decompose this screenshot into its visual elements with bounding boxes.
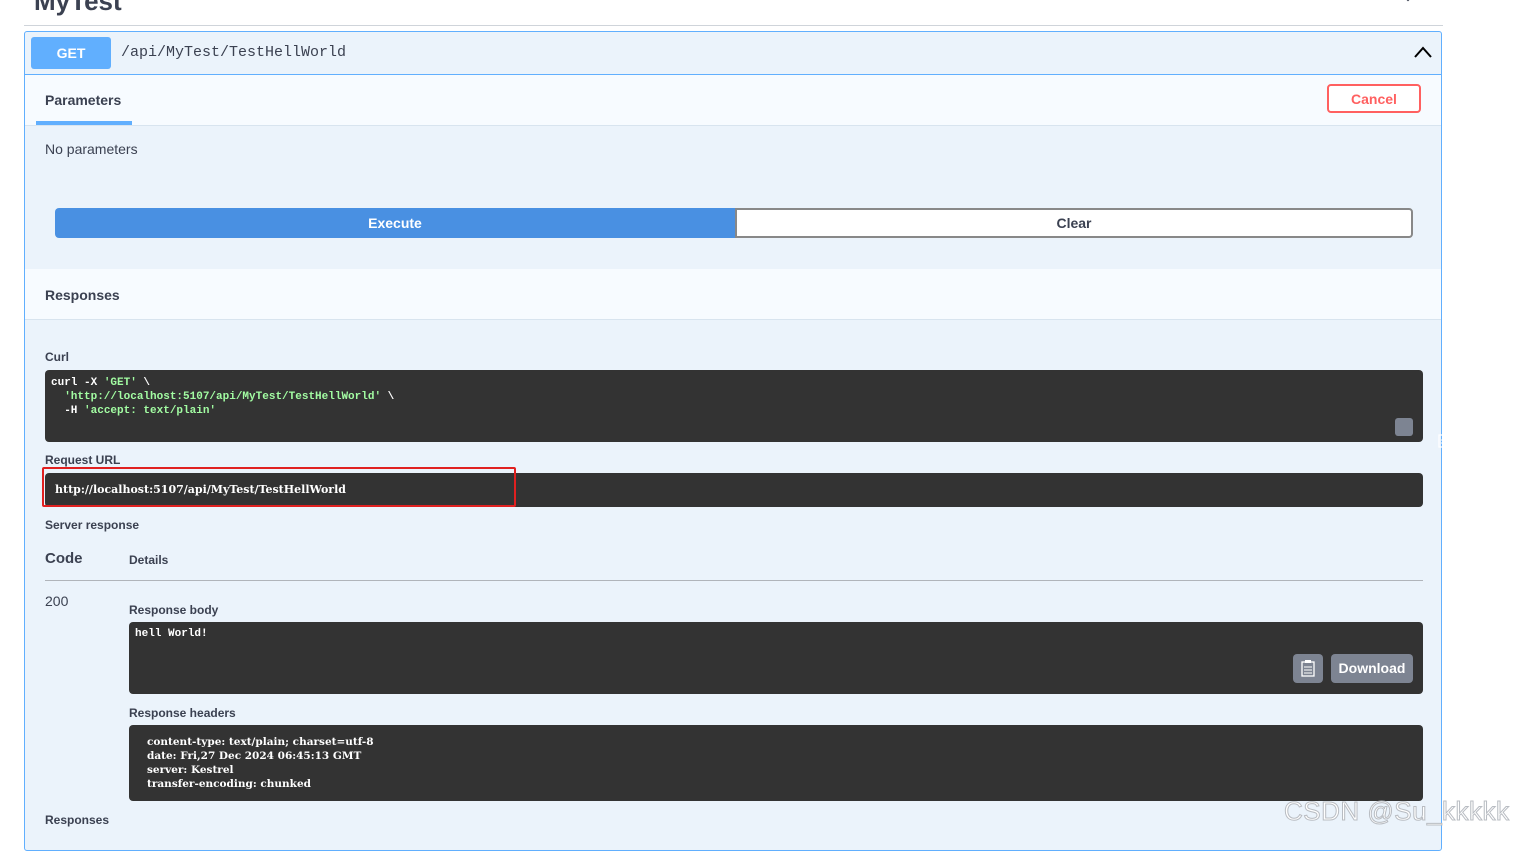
- response-headers-label: Response headers: [129, 706, 236, 720]
- chevron-up-icon[interactable]: [1413, 45, 1433, 59]
- response-body-block[interactable]: hell World! Download: [129, 622, 1423, 694]
- server-response-label: Server response: [45, 518, 140, 532]
- request-url-label: Request URL: [45, 453, 121, 467]
- execute-button-group: Execute Clear: [55, 208, 1413, 238]
- tab-parameters[interactable]: Parameters: [45, 92, 121, 108]
- responses-footer-label: Responses: [45, 813, 110, 827]
- cancel-button[interactable]: Cancel: [1327, 84, 1421, 113]
- status-code: 200: [45, 593, 69, 609]
- operation-summary[interactable]: GET /api/MyTest/TestHellWorld: [25, 32, 1441, 75]
- curl-header-flag: -H: [64, 405, 85, 417]
- curl-code-block[interactable]: curl -X 'GET' \ 'http://localhost:5107/a…: [45, 370, 1450, 448]
- table-divider: [45, 580, 1423, 581]
- code-column-header: Code: [45, 550, 83, 567]
- download-button[interactable]: Download: [1331, 654, 1413, 683]
- section-divider: [24, 25, 1443, 26]
- execute-button[interactable]: Execute: [55, 208, 735, 238]
- request-url-highlight: [42, 467, 516, 507]
- parameters-header: Parameters Cancel: [25, 75, 1441, 126]
- curl-continuation: \: [136, 377, 151, 389]
- close-icon[interactable]: [1396, 0, 1420, 6]
- active-tab-indicator: [36, 121, 132, 125]
- clear-button[interactable]: Clear: [735, 208, 1413, 238]
- responses-title: Responses: [45, 287, 120, 303]
- details-column-header: Details: [129, 553, 169, 567]
- copy-icon[interactable]: [1395, 418, 1450, 448]
- curl-cmd: curl -X: [51, 377, 104, 389]
- curl-label: Curl: [45, 350, 69, 364]
- method-badge: GET: [31, 37, 111, 69]
- response-body-label: Response body: [129, 603, 219, 617]
- section-title: MyTest: [34, 0, 122, 16]
- curl-url: 'http://localhost:5107/api/MyTest/TestHe…: [64, 391, 382, 403]
- response-headers-block[interactable]: content-type: text/plain; charset=utf-8 …: [129, 725, 1423, 801]
- operation-block: GET /api/MyTest/TestHellWorld Parameters…: [24, 31, 1450, 851]
- response-body-text: hell World!: [135, 628, 208, 640]
- responses-header: Responses: [25, 269, 1441, 320]
- watermark: CSDN @Su_kkkkk: [1284, 796, 1510, 827]
- copy-icon[interactable]: [1293, 654, 1323, 683]
- no-parameters-text: No parameters: [45, 141, 138, 157]
- curl-header-value: 'accept: text/plain': [84, 405, 217, 417]
- operation-path: /api/MyTest/TestHellWorld: [121, 44, 347, 61]
- curl-method: 'GET': [103, 377, 137, 389]
- curl-continuation: \: [381, 391, 395, 403]
